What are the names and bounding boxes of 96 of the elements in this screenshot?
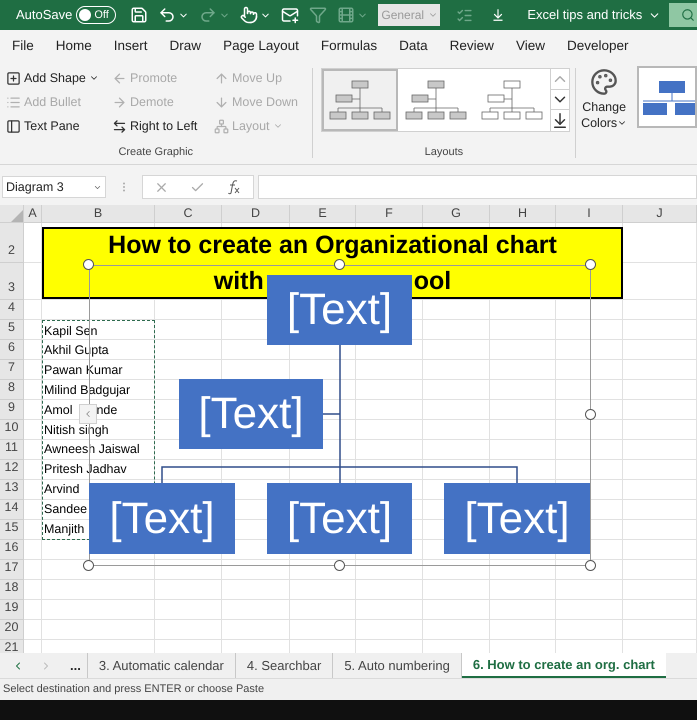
row-header[interactable]: 7 bbox=[0, 360, 24, 380]
menu-tab[interactable]: Home bbox=[56, 30, 92, 62]
org-chart-node[interactable]: [Text] bbox=[267, 483, 412, 554]
org-chart-icon bbox=[404, 78, 468, 122]
resize-handle[interactable] bbox=[585, 409, 596, 420]
row-header[interactable]: 20 bbox=[0, 620, 24, 640]
column-header[interactable]: B bbox=[42, 205, 155, 223]
org-chart-node[interactable]: [Text] bbox=[444, 483, 590, 554]
change-colors-button[interactable]: Change Colors bbox=[576, 62, 632, 164]
name-cell-text: Pawan Kumar bbox=[44, 362, 123, 380]
title-text: with bbox=[214, 266, 264, 297]
row-header[interactable]: 6 bbox=[0, 340, 24, 360]
name-cell-text: Sandee bbox=[44, 500, 88, 518]
row-header[interactable]: 10 bbox=[0, 420, 24, 440]
org-chart-node[interactable]: [Text] bbox=[179, 379, 323, 449]
row-header[interactable]: 17 bbox=[0, 560, 24, 580]
group-label: Layouts bbox=[424, 144, 464, 160]
function-icon[interactable] bbox=[226, 179, 242, 195]
column-header[interactable]: I bbox=[556, 205, 623, 223]
title-text: ool bbox=[414, 266, 452, 297]
column-header[interactable]: F bbox=[356, 205, 423, 223]
autosave-toggle[interactable]: Off bbox=[76, 6, 116, 24]
resize-handle[interactable] bbox=[334, 560, 345, 571]
row-header[interactable]: 21 bbox=[0, 640, 24, 653]
palette-icon bbox=[590, 68, 618, 96]
touch-icon[interactable] bbox=[240, 6, 258, 24]
bullet-list-icon bbox=[6, 94, 21, 110]
menu-tab[interactable]: File bbox=[12, 30, 34, 62]
hierarchy-icon bbox=[214, 118, 229, 134]
name-cell-text: Milind Badgujar bbox=[44, 382, 130, 399]
row-header[interactable]: 4 bbox=[0, 300, 24, 320]
mail-icon[interactable] bbox=[281, 6, 300, 24]
row-header[interactable]: 19 bbox=[0, 600, 24, 620]
menu-tab[interactable]: View bbox=[516, 30, 545, 62]
name-cell-text: Arvind bbox=[44, 481, 80, 498]
text-pane-icon bbox=[6, 118, 21, 134]
formula-input[interactable] bbox=[258, 175, 697, 199]
column-header[interactable]: A bbox=[24, 205, 42, 223]
menu-tab[interactable]: Developer bbox=[566, 30, 629, 62]
row-header[interactable]: 11 bbox=[0, 440, 24, 460]
menu-tab[interactable]: Page Layout bbox=[223, 30, 299, 62]
ribbon-button[interactable]: Text Pane bbox=[6, 114, 104, 138]
menu-tab[interactable]: Insert bbox=[114, 30, 148, 62]
group-label: Create Graphic bbox=[118, 144, 194, 160]
org-chart-node[interactable]: [Text] bbox=[89, 483, 235, 554]
resize-handle[interactable] bbox=[585, 560, 596, 571]
autosave-label: AutoSave bbox=[16, 6, 72, 24]
name-box[interactable]: Diagram 3 bbox=[2, 176, 106, 198]
column-header[interactable]: H bbox=[490, 205, 556, 223]
name-cell-text: nde bbox=[96, 402, 118, 419]
menu-tab[interactable]: Formulas bbox=[320, 30, 378, 62]
undo-icon[interactable] bbox=[158, 6, 176, 24]
right-arrow-icon bbox=[112, 94, 127, 110]
menu-tab[interactable]: Draw bbox=[170, 30, 202, 62]
column-header[interactable]: J bbox=[623, 205, 697, 223]
title-text: How to create an Organizational chart bbox=[108, 230, 557, 261]
row-header[interactable]: 14 bbox=[0, 500, 24, 520]
column-header[interactable]: C bbox=[155, 205, 222, 223]
column-header[interactable]: D bbox=[222, 205, 290, 223]
row-header[interactable]: 15 bbox=[0, 520, 24, 540]
row-header[interactable]: 8 bbox=[0, 380, 24, 400]
column-header[interactable]: G bbox=[423, 205, 490, 223]
scroll-down-icon[interactable] bbox=[550, 89, 569, 110]
ribbon-button[interactable]: Right to Left bbox=[112, 114, 206, 138]
search-icon bbox=[681, 8, 695, 22]
row-header[interactable]: 2 bbox=[0, 223, 24, 263]
swap-arrows-icon bbox=[112, 118, 127, 134]
row-header[interactable]: 12 bbox=[0, 460, 24, 480]
row-header[interactable]: 13 bbox=[0, 480, 24, 500]
sheet-tab[interactable]: 6. How to create an org. chart bbox=[462, 653, 666, 678]
row-header[interactable]: 9 bbox=[0, 400, 24, 420]
text-pane-toggle[interactable] bbox=[79, 404, 97, 424]
workbook-title[interactable]: Excel tips and tricks bbox=[527, 5, 662, 25]
menu-tab[interactable]: Data bbox=[399, 30, 428, 62]
add-shape-icon bbox=[6, 70, 21, 86]
org-chart-node[interactable]: [Text] bbox=[267, 275, 412, 345]
save-icon[interactable] bbox=[130, 6, 148, 24]
customize-icon[interactable] bbox=[491, 8, 506, 22]
style-option[interactable] bbox=[637, 66, 697, 128]
menu-tab[interactable]: Review bbox=[450, 30, 494, 62]
org-chart-icon bbox=[328, 78, 392, 122]
down-arrow-icon bbox=[214, 94, 229, 110]
row-header[interactable]: 18 bbox=[0, 580, 24, 600]
row-header[interactable]: 3 bbox=[0, 263, 24, 300]
status-text: Select destination and press ENTER or choose Paste bbox=[3, 682, 264, 698]
layout-option[interactable] bbox=[322, 69, 398, 131]
row-header[interactable]: 5 bbox=[0, 320, 24, 340]
ribbon-button[interactable]: Add Shape bbox=[6, 66, 104, 90]
row-header[interactable]: 16 bbox=[0, 540, 24, 560]
resize-handle[interactable] bbox=[83, 560, 94, 571]
org-chart-icon bbox=[480, 78, 544, 122]
name-cell-text: Manjith bbox=[44, 520, 84, 538]
name-cell-text: Pritesh Jadhav bbox=[44, 461, 127, 478]
search-button[interactable] bbox=[669, 3, 697, 27]
name-cell-text: Amol bbox=[44, 402, 72, 419]
column-header[interactable]: E bbox=[290, 205, 356, 223]
